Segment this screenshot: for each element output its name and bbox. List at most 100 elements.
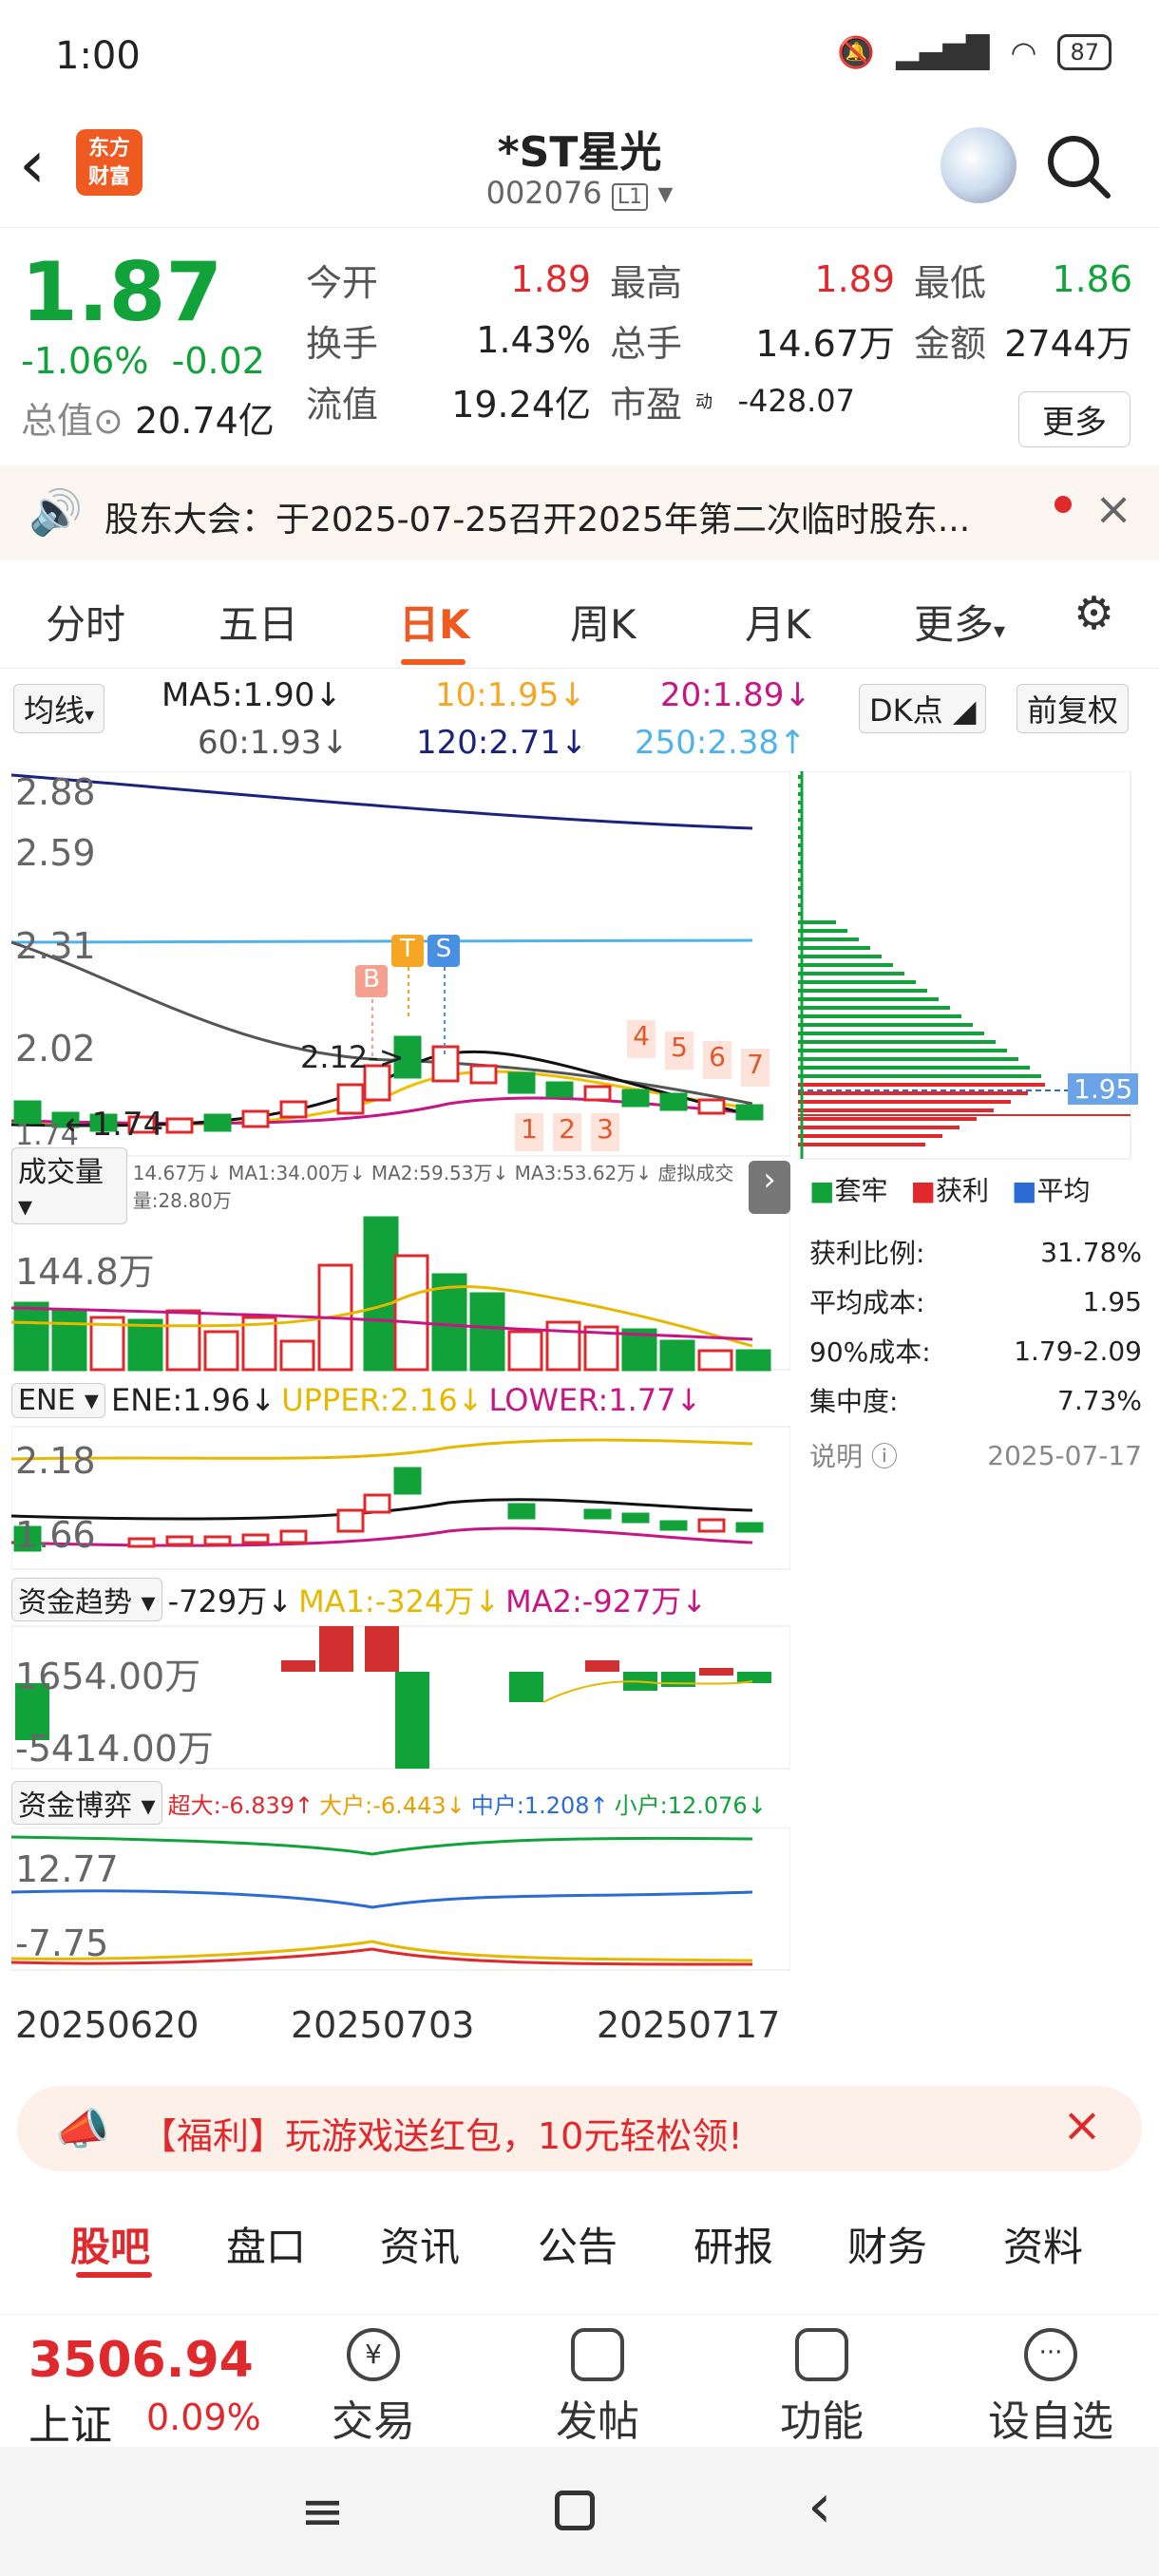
price-axis-label: 2.88 — [15, 771, 96, 813]
tab-news[interactable]: 资讯 — [380, 2215, 460, 2273]
tab-intraday[interactable]: 分时 — [46, 593, 125, 651]
chip-bar — [798, 1091, 1028, 1095]
ene-candle — [583, 1508, 612, 1520]
menu-icon[interactable]: ≡ — [300, 2481, 345, 2543]
function-button[interactable]: 功能 — [750, 2328, 893, 2448]
chip-note[interactable]: 说明 ⓘ 2025-07-17 — [809, 1430, 1142, 1480]
index-name[interactable]: 上证 — [28, 2391, 112, 2452]
tab-daily-k[interactable]: 日K — [399, 593, 470, 651]
tab-guba[interactable]: 股吧 — [70, 2215, 150, 2273]
expand-panel-button[interactable]: › — [749, 1161, 790, 1214]
tab-monthly-k[interactable]: 月K — [745, 593, 811, 651]
chip-bar — [798, 1032, 984, 1035]
chip-bar — [798, 1083, 1045, 1087]
back-nav-icon[interactable]: ‹ — [808, 2472, 832, 2542]
post-button[interactable]: 发帖 — [526, 2328, 669, 2448]
chip-bar — [798, 963, 893, 967]
chip-bar — [798, 1066, 1030, 1070]
ma-select-button[interactable]: 均线▾ — [13, 684, 105, 733]
tab-weekly-k[interactable]: 周K — [570, 593, 636, 651]
promo-text[interactable]: 【福利】玩游戏送红包，10元轻松领! — [141, 2107, 743, 2159]
fund-bar — [319, 1626, 353, 1672]
ma60-value: 60:1.93↓ — [198, 724, 349, 762]
volume-bar — [735, 1349, 771, 1372]
ma5-value: MA5:1.90↓ — [162, 676, 342, 714]
tab-five-day[interactable]: 五日 — [218, 593, 298, 651]
fund-bar — [585, 1660, 619, 1672]
date-label: 20250717 — [597, 2004, 781, 2046]
search-icon[interactable] — [1043, 131, 1113, 201]
tab-more[interactable]: 更多▾ — [914, 593, 1005, 651]
chip-bar — [798, 955, 882, 958]
kline-candle — [507, 1071, 536, 1094]
notice-text[interactable]: 股东大会：于2025-07-25召开2025年第二次临时股东... — [104, 492, 970, 541]
ma120-line — [11, 773, 753, 830]
active-tab-indicator — [401, 659, 466, 665]
kline-candle — [203, 1113, 232, 1132]
tab-profile[interactable]: 资料 — [1003, 2215, 1083, 2273]
add-watchlist-button[interactable]: ··· 设自选 — [975, 2328, 1127, 2448]
volume-bar — [203, 1330, 239, 1372]
tab-research[interactable]: 研报 — [694, 2215, 773, 2273]
more-button[interactable]: 更多 — [1018, 391, 1130, 447]
yuan-icon: ¥ — [347, 2328, 400, 2381]
ene-candle — [363, 1493, 391, 1514]
index-value[interactable]: 3506.94 — [28, 2332, 254, 2389]
kline-candle — [583, 1085, 612, 1102]
chip-bar — [798, 946, 870, 950]
adjust-button[interactable]: 前复权 — [1016, 684, 1130, 733]
gear-icon[interactable]: ⚙ — [1074, 587, 1114, 640]
trade-button[interactable]: ¥ 交易 — [302, 2328, 445, 2448]
tab-finance[interactable]: 财务 — [847, 2215, 927, 2273]
ene-candle — [127, 1537, 156, 1548]
notice-bar[interactable]: 🔊 股东大会：于2025-07-25召开2025年第二次临时股东... × — [0, 465, 1159, 560]
volume-bar — [393, 1254, 429, 1372]
more-dots-icon: ··· — [1024, 2328, 1077, 2381]
chip-bar — [798, 1006, 950, 1010]
home-icon[interactable] — [555, 2491, 595, 2530]
chip-bar — [798, 1134, 942, 1138]
fund-game-select[interactable]: 资金博弈 ▾ — [11, 1781, 162, 1825]
volume-select[interactable]: 成交量 ▾ — [11, 1146, 127, 1224]
volume-header: 成交量 ▾ 14.67万↓ MA1:34.00万↓ MA2:59.53万↓ MA… — [11, 1146, 790, 1224]
ene-candle — [165, 1535, 194, 1546]
chip-bar — [798, 980, 916, 984]
buy-marker[interactable]: B — [355, 965, 388, 997]
volume-bar — [13, 1301, 49, 1372]
price-axis-label: 2.31 — [15, 925, 96, 967]
chip-bar — [798, 1057, 1018, 1061]
sell-marker[interactable]: S — [428, 935, 460, 967]
ene-select[interactable]: ENE ▾ — [11, 1382, 105, 1418]
chip-bar — [798, 972, 904, 975]
quote-panel: 1.87 -1.06% -0.02 总值⊙ 20.74亿 今开 1.89 最高 1.… — [0, 228, 1159, 456]
system-nav-bar: ≡ ‹ — [0, 2447, 1159, 2576]
ene-candle — [735, 1522, 764, 1533]
promo-banner[interactable]: 📣 【福利】玩游戏送红包，10元轻松领! × — [17, 2086, 1142, 2171]
ene-candle — [336, 1508, 365, 1533]
count-mark: 6 — [703, 1041, 732, 1079]
fund-bar — [661, 1672, 695, 1687]
close-icon[interactable]: × — [1062, 2097, 1102, 2152]
ene-candle — [279, 1529, 308, 1544]
chip-bar — [798, 1074, 1041, 1078]
chip-bar — [798, 929, 847, 933]
tab-pankou[interactable]: 盘口 — [226, 2215, 306, 2273]
game-super-line — [11, 1947, 753, 1966]
level-badge: L1 — [611, 183, 649, 211]
kline-candle — [735, 1104, 764, 1121]
price-axis-label: 2.59 — [15, 832, 96, 874]
close-icon[interactable]: × — [1094, 483, 1132, 536]
tab-announcements[interactable]: 公告 — [538, 2215, 618, 2273]
fund-bar — [365, 1626, 399, 1672]
count-mark: 3 — [591, 1113, 619, 1151]
dk-point-button[interactable]: DK点 ◢ — [859, 684, 987, 733]
volume-bar — [279, 1339, 315, 1372]
t-marker[interactable]: T — [391, 935, 424, 967]
ma10-value: 10:1.95↓ — [435, 676, 586, 714]
assistant-avatar[interactable] — [940, 127, 1016, 203]
fund-trend-select[interactable]: 资金趋势 ▾ — [11, 1578, 162, 1621]
kline-chart[interactable]: 2.88 2.59 2.31 2.02 1.74 ←1.74 2.12-> B … — [11, 771, 790, 2063]
kline-candle — [165, 1117, 194, 1134]
ene-candle — [203, 1535, 232, 1546]
chip-distribution: 1.95 ■套牢 ■获利 ■平均 获利比例: 31.78% 平均成本: 1.95 9… — [798, 771, 1150, 2063]
